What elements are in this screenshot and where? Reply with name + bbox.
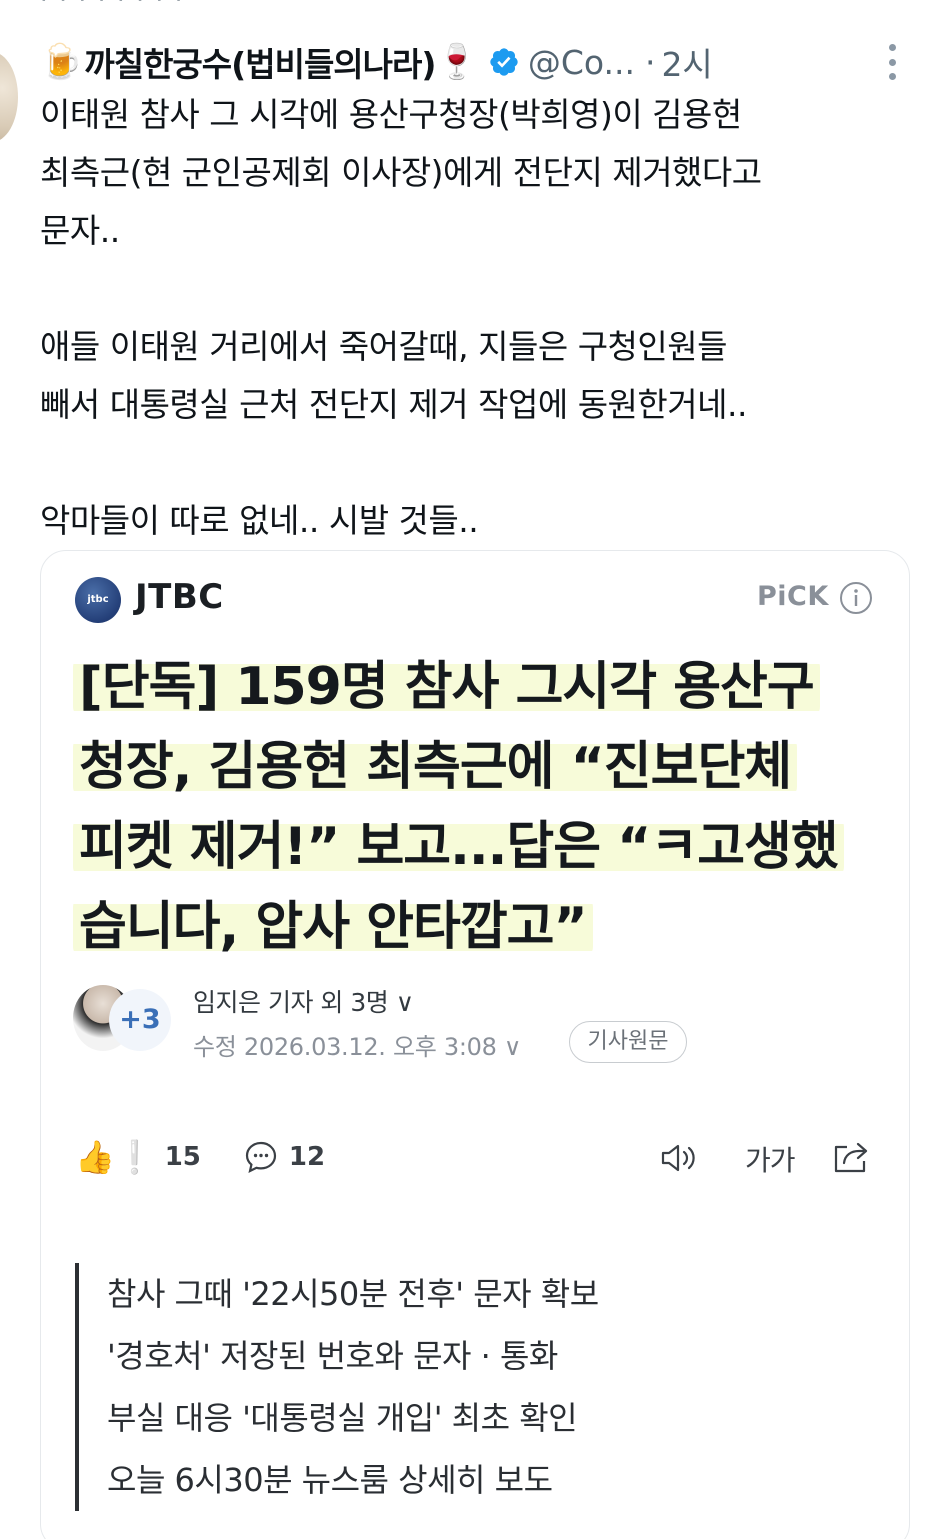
speaker-icon[interactable]: [659, 1141, 699, 1175]
summary-line: '경호처' 저장된 번호와 문자 · 통화: [107, 1337, 558, 1375]
wine-emoji: 🍷: [435, 42, 478, 82]
beer-emoji: 🍺: [40, 42, 83, 82]
reaction-count: 15: [164, 1142, 201, 1172]
previous-post-fragment: · · · · · · · ·: [40, 0, 185, 14]
summary-line: 참사 그때 '22시50분 전후' 문자 확보: [107, 1275, 599, 1313]
headline-line: 피켓 제거!” 보고...답은 “ㅋ고생했: [73, 807, 893, 887]
user-avatar[interactable]: [0, 52, 18, 142]
share-icon[interactable]: [831, 1137, 871, 1175]
reaction-bar: 👍❕ 15 12: [75, 1135, 325, 1179]
edited-timestamp[interactable]: 수정 2026.03.12. 오후 3:08 ∨: [193, 1027, 521, 1062]
info-icon[interactable]: [839, 581, 873, 615]
summary-line: 오늘 6시30분 뉴스룸 상세히 보도: [107, 1461, 553, 1499]
post-header: 🍺 까칠한궁수(법비들의나라) 🍷 @Co... · 2시: [40, 36, 920, 88]
verified-badge-icon: [488, 46, 520, 78]
display-name[interactable]: 까칠한궁수(법비들의나라): [84, 38, 436, 86]
jtbc-logo: jtbc: [75, 577, 121, 623]
comment-count: 12: [288, 1142, 326, 1172]
article-headline[interactable]: [단독] 159명 참사 그시각 용산구 청장, 김용현 최측근에 “진보단체 …: [73, 647, 893, 967]
original-article-button[interactable]: 기사원문: [569, 1021, 687, 1063]
comment-icon[interactable]: [243, 1139, 279, 1175]
post-timestamp[interactable]: 2시: [661, 38, 712, 86]
more-options-icon[interactable]: [888, 44, 896, 80]
user-handle[interactable]: @Co...: [528, 43, 635, 82]
headline-line: 청장, 김용현 최측근에 “진보단체: [73, 727, 893, 807]
post-text: 이태원 참사 그 시각에 용산구청장(박희영)이 김용현 최측근(현 군인공제회…: [40, 95, 762, 540]
additional-reporters-badge[interactable]: +3: [109, 989, 171, 1051]
pick-label: PiCK: [757, 581, 829, 612]
headline-line: 습니다, 압사 안타깝고”: [73, 887, 893, 967]
headline-line: [단독] 159명 참사 그시각 용산구: [73, 647, 893, 727]
separator-dot: ·: [644, 42, 656, 82]
news-article-card[interactable]: jtbc JTBC PiCK [단독] 159명 참사 그시각 용산구 청장, …: [40, 550, 910, 1539]
font-size-button[interactable]: 가가: [745, 1139, 796, 1179]
reporter-byline[interactable]: 임지은 기자 외 3명 ∨: [193, 983, 414, 1019]
thumbs-up-icon[interactable]: 👍❕: [75, 1141, 155, 1173]
article-summary: 참사 그때 '22시50분 전후' 문자 확보 '경호처' 저장된 번호와 문자…: [75, 1263, 865, 1511]
source-name: JTBC: [135, 577, 224, 617]
summary-line: 부실 대응 '대통령실 개입' 최초 확인: [107, 1399, 578, 1437]
